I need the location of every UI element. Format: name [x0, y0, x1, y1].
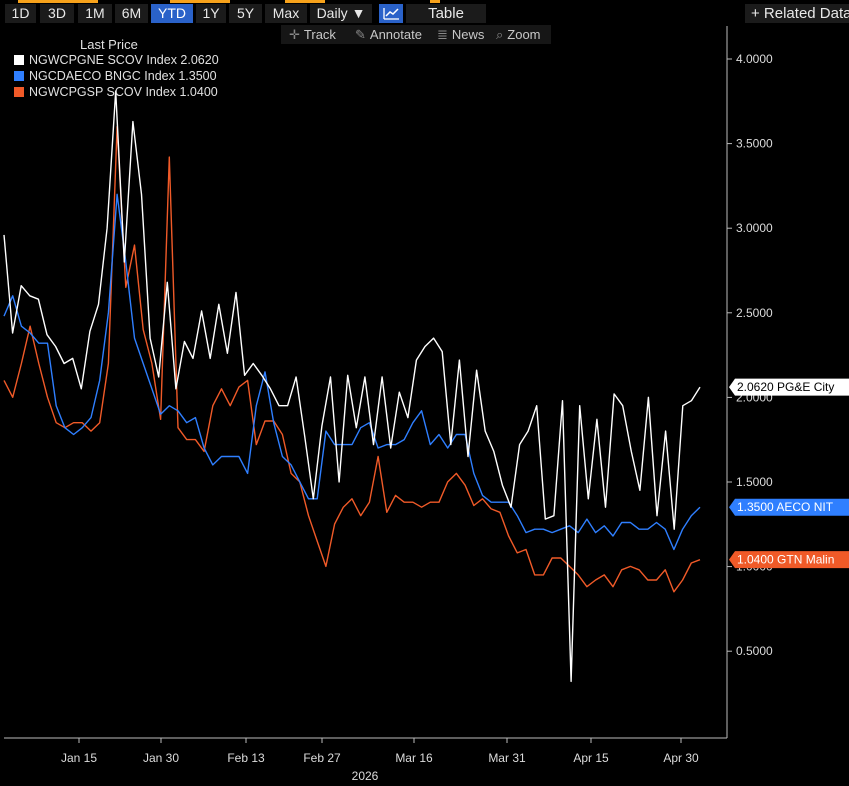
legend-entry: NGWCPGSP SCOV Index 1.0400: [14, 85, 218, 99]
series-line-0[interactable]: [3, 90, 701, 683]
legend-swatch: [14, 71, 24, 81]
line-chart[interactable]: 0.50001.00001.50002.00002.50003.00003.50…: [0, 26, 849, 786]
x-tick-label: Feb 13: [227, 751, 265, 765]
y-tick-label: 2.5000: [736, 306, 773, 320]
x-tick-label: Mar 16: [395, 751, 433, 765]
toolbar-accent-strip: [18, 0, 98, 3]
toolbar-accent-strip: [170, 0, 230, 3]
legend-title: Last Price: [80, 37, 138, 52]
toolbar: 1D 3D 1M 6M YTD 1Y 5Y Max Daily ▼ Table …: [0, 0, 849, 26]
last-value-tag-label: 2.0620 PG&E City: [737, 380, 834, 394]
legend-entry: NGCDAECO BNGC Index 1.3500: [14, 69, 217, 83]
legend-entry-label: NGWCPGSP SCOV Index 1.0400: [29, 85, 218, 99]
y-tick-label: 1.5000: [736, 475, 773, 489]
x-axis-year-label: 2026: [352, 769, 379, 783]
table-button[interactable]: Table: [406, 4, 486, 23]
y-tick-label: 3.0000: [736, 221, 773, 235]
toolbar-accent-strip: [285, 0, 325, 3]
last-value-tag-label: 1.0400 GTN Malin: [737, 553, 834, 567]
y-tick-label: 4.0000: [736, 52, 773, 66]
series-line-1[interactable]: [3, 193, 701, 551]
x-tick-label: Feb 27: [303, 751, 341, 765]
last-value-tag-label: 1.3500 AECO NIT: [737, 500, 834, 514]
x-tick-label: Apr 30: [663, 751, 699, 765]
legend-entry-label: NGCDAECO BNGC Index 1.3500: [29, 69, 217, 83]
x-tick-label: Mar 31: [488, 751, 526, 765]
range-ytd-button[interactable]: YTD: [151, 4, 193, 23]
toolbar-accent-strip: [430, 0, 440, 3]
frequency-dropdown[interactable]: Daily ▼: [310, 4, 372, 23]
legend-entry-label: NGWCPGNE SCOV Index 2.0620: [29, 53, 219, 67]
range-1y-button[interactable]: 1Y: [196, 4, 226, 23]
line-chart-icon[interactable]: [379, 4, 403, 23]
y-tick-label: 3.5000: [736, 137, 773, 151]
range-5y-button[interactable]: 5Y: [229, 4, 262, 23]
range-1m-button[interactable]: 1M: [78, 4, 112, 23]
range-6m-button[interactable]: 6M: [115, 4, 148, 23]
legend-swatch: [14, 55, 24, 65]
range-1d-button[interactable]: 1D: [5, 4, 36, 23]
x-tick-label: Jan 15: [61, 751, 97, 765]
related-data-button[interactable]: + Related Data: [745, 4, 849, 23]
range-max-button[interactable]: Max: [265, 4, 307, 23]
y-tick-label: 0.5000: [736, 644, 773, 658]
legend-swatch: [14, 87, 24, 97]
x-tick-label: Jan 30: [143, 751, 179, 765]
legend-entry: NGWCPGNE SCOV Index 2.0620: [14, 53, 219, 67]
range-3d-button[interactable]: 3D: [40, 4, 74, 23]
x-tick-label: Apr 15: [573, 751, 609, 765]
